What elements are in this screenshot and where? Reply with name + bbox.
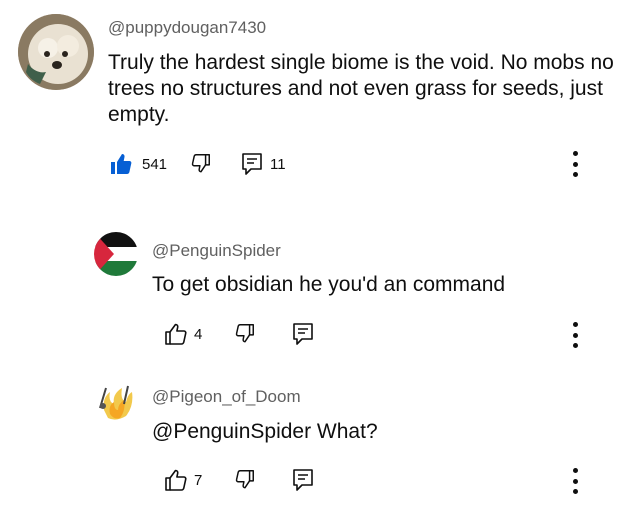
thumbs-down-icon[interactable] (190, 152, 212, 174)
like-count: 4 (194, 326, 203, 343)
avatar[interactable] (94, 380, 138, 424)
comment-text: To get obsidian he you'd an command (152, 273, 506, 296)
reply-icon[interactable] (292, 322, 314, 346)
comment-text: @PenguinSpider What? (152, 420, 378, 443)
comment-author[interactable]: @Pigeon_of_Doom (152, 387, 301, 407)
reply-icon[interactable] (292, 468, 314, 492)
like-count: 7 (194, 472, 203, 489)
reply-icon[interactable] (241, 152, 263, 176)
comment-text: Truly the hardest single biome is the vo… (108, 51, 614, 126)
avatar[interactable] (94, 232, 138, 276)
like-count: 541 (142, 156, 168, 173)
thumbs-down-icon[interactable] (234, 322, 256, 344)
comment-author[interactable]: @puppydougan7430 (108, 18, 266, 38)
thumbs-up-icon[interactable] (164, 468, 188, 492)
more-vertical-icon[interactable] (571, 151, 579, 177)
more-vertical-icon[interactable] (571, 468, 579, 494)
thumbs-up-icon[interactable] (164, 322, 188, 346)
comment-author[interactable]: @PenguinSpider (152, 241, 281, 261)
reply-count: 11 (270, 156, 286, 173)
thumbs-up-icon[interactable] (109, 152, 133, 176)
thumbs-down-icon[interactable] (234, 468, 256, 490)
more-vertical-icon[interactable] (571, 322, 579, 348)
avatar[interactable] (18, 14, 94, 90)
